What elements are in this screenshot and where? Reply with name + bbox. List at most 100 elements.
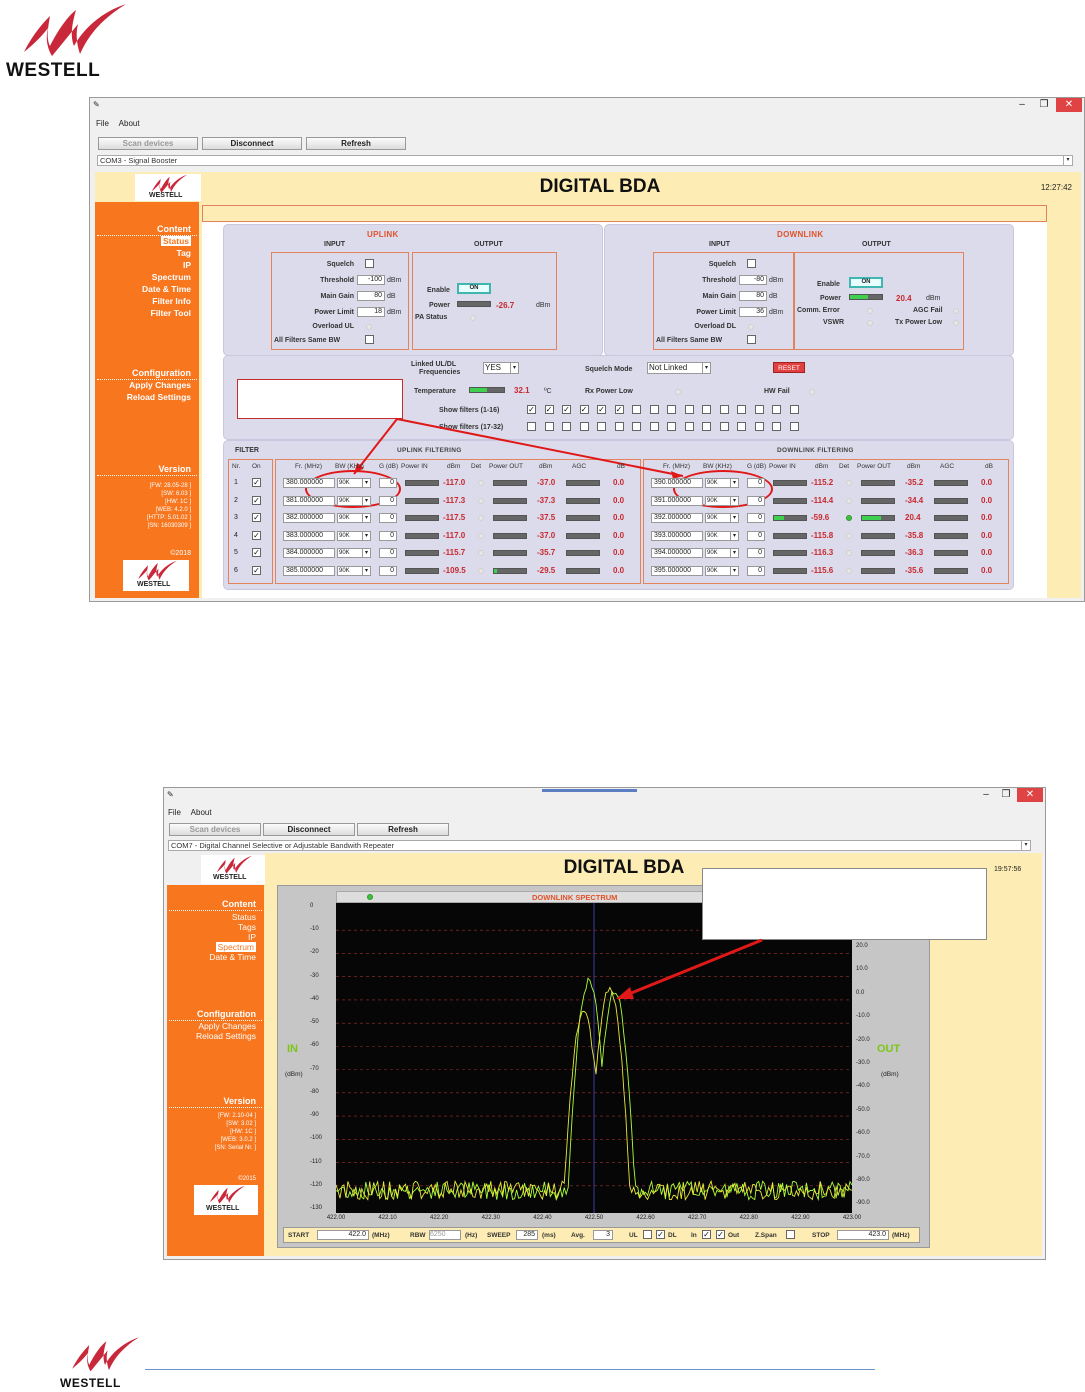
filter-on-checkbox[interactable]: ✓ xyxy=(252,478,261,487)
dl-freq-input[interactable]: 395.000000 xyxy=(651,565,703,576)
ul-bw-select[interactable]: 90K ▾ xyxy=(337,495,371,506)
ul-gain-input[interactable]: 0 xyxy=(379,530,397,541)
close-icon[interactable]: ✕ xyxy=(1056,98,1082,112)
ul-gain-input[interactable]: 0 xyxy=(379,548,397,558)
brand-name: WESTELL xyxy=(149,192,183,199)
sidebar-item-date-time[interactable]: Date & Time xyxy=(142,284,191,294)
show-filter-checkbox-5[interactable]: ✓ xyxy=(597,405,606,414)
dl-freq-input[interactable]: 390.000000 xyxy=(651,478,703,488)
show-filter-checkbox-21[interactable] xyxy=(597,422,606,431)
dl-bw-select[interactable]: 90K ▾ xyxy=(705,495,739,506)
show-filter-checkbox-8[interactable] xyxy=(649,405,659,414)
show-filter-checkbox-14[interactable] xyxy=(754,405,764,414)
show-filter-checkbox-13[interactable] xyxy=(737,405,746,414)
menu-about[interactable]: About xyxy=(119,119,140,128)
ul-freq-input[interactable]: 383.000000 xyxy=(283,530,335,541)
sidebar-item-spectrum[interactable]: Spectrum xyxy=(152,272,191,282)
show-filter-checkbox-24[interactable] xyxy=(649,422,659,431)
dl-gain-input[interactable]: 0 xyxy=(747,548,765,558)
refresh-button[interactable]: Refresh xyxy=(306,137,406,150)
ul-bw-select[interactable]: 90K ▾ xyxy=(337,513,371,523)
ul-gain-input[interactable]: 0 xyxy=(379,478,397,488)
ul-gain-input[interactable]: 0 xyxy=(379,495,397,506)
ul-freq-input[interactable]: 384.000000 xyxy=(283,548,335,558)
sidebar-item-apply-changes[interactable]: Apply Changes xyxy=(129,380,191,390)
dl-agc-value: 0.0 xyxy=(981,495,993,505)
ul-gain-input[interactable]: 0 xyxy=(379,513,397,523)
show-filter-checkbox-31[interactable] xyxy=(772,422,781,431)
sidebar-item-tag[interactable]: Tag xyxy=(177,248,191,258)
ul-bw-select[interactable]: 90K ▾ xyxy=(337,565,371,576)
dl-bw-select[interactable]: 90K ▾ xyxy=(705,513,739,523)
device-select[interactable]: COM3 - Signal Booster ▾ xyxy=(97,155,1073,166)
dl-freq-input[interactable]: 394.000000 xyxy=(651,548,703,558)
show-filter-checkbox-23[interactable] xyxy=(632,422,641,431)
ul-power-in-value: -109.5 xyxy=(443,565,466,575)
ul-bw-select[interactable]: 90K ▾ xyxy=(337,548,371,558)
maximize-icon[interactable]: ❐ xyxy=(1034,98,1054,112)
show-filter-checkbox-26[interactable] xyxy=(684,422,694,431)
show-filter-checkbox-2[interactable]: ✓ xyxy=(544,405,554,414)
ul-freq-input[interactable]: 380.000000 xyxy=(283,478,335,488)
show-filter-checkbox-1[interactable]: ✓ xyxy=(527,405,536,414)
scan-devices-button[interactable]: Scan devices xyxy=(98,137,198,150)
show-filter-checkbox-20[interactable] xyxy=(579,422,589,431)
show-filter-checkbox-30[interactable] xyxy=(754,422,764,431)
filter-on-checkbox[interactable]: ✓ xyxy=(252,495,261,505)
ul-gain-input[interactable]: 0 xyxy=(379,565,397,576)
ul-freq-input[interactable]: 381.000000 xyxy=(283,495,335,506)
ul-freq-input[interactable]: 385.000000 xyxy=(283,565,335,576)
dl-freq-input[interactable]: 391.000000 xyxy=(651,495,703,506)
show-filter-checkbox-3[interactable]: ✓ xyxy=(562,405,571,414)
show-filter-checkbox-7[interactable] xyxy=(632,405,641,414)
dl-gain-input[interactable]: 0 xyxy=(747,478,765,488)
show-filter-checkbox-16[interactable] xyxy=(789,405,799,414)
ul-freq-input[interactable]: 382.000000 xyxy=(283,513,335,523)
disconnect-button[interactable]: Disconnect xyxy=(202,137,302,150)
show-filter-checkbox-6[interactable]: ✓ xyxy=(614,405,624,414)
menu-file[interactable]: File xyxy=(96,119,109,128)
show-filter-checkbox-18[interactable] xyxy=(544,422,554,431)
show-filter-checkbox-17[interactable] xyxy=(527,422,536,431)
show-filter-checkbox-10[interactable] xyxy=(684,405,694,414)
dl-bw-select[interactable]: 90K ▾ xyxy=(705,478,739,488)
show-filter-checkbox-27[interactable] xyxy=(702,422,711,431)
dl-bw-select[interactable]: 90K ▾ xyxy=(705,565,739,576)
version-fw: [FW: 28.05-28 ] xyxy=(149,483,191,489)
show-filter-checkbox-32[interactable] xyxy=(789,422,799,431)
sidebar-item-ip[interactable]: IP xyxy=(183,260,191,270)
show-filter-checkbox-4[interactable]: ✓ xyxy=(579,405,589,414)
show-filter-checkbox-9[interactable] xyxy=(667,405,676,414)
dl-freq-input[interactable]: 393.000000 xyxy=(651,530,703,541)
ul-agc-bar xyxy=(566,480,600,486)
sidebar-item-status[interactable]: Status xyxy=(161,236,191,246)
ul-bw-select[interactable]: 90K ▾ xyxy=(337,530,371,541)
dl-gain-input[interactable]: 0 xyxy=(747,565,765,576)
sidebar-item-reload-settings[interactable]: Reload Settings xyxy=(127,392,191,402)
ul-det-led xyxy=(478,480,484,486)
show-filter-checkbox-12[interactable] xyxy=(719,405,729,414)
ul-power-in-bar xyxy=(405,550,439,556)
filter-on-checkbox[interactable]: ✓ xyxy=(252,565,261,575)
dl-bw-select[interactable]: 90K ▾ xyxy=(705,548,739,558)
show-filter-checkbox-15[interactable] xyxy=(772,405,781,414)
sidebar-item-filter-tool[interactable]: Filter Tool xyxy=(151,308,191,318)
minimize-icon[interactable]: – xyxy=(1012,98,1032,112)
dl-gain-input[interactable]: 0 xyxy=(747,530,765,541)
filter-on-checkbox[interactable]: ✓ xyxy=(252,513,261,522)
sidebar-item-filter-info[interactable]: Filter Info xyxy=(152,296,191,306)
dl-bw-select[interactable]: 90K ▾ xyxy=(705,530,739,541)
dl-gain-input[interactable]: 0 xyxy=(747,495,765,506)
show-filter-checkbox-29[interactable] xyxy=(737,422,746,431)
show-filter-checkbox-22[interactable] xyxy=(614,422,624,431)
show-filter-checkbox-28[interactable] xyxy=(719,422,729,431)
filter-on-checkbox[interactable]: ✓ xyxy=(252,530,261,540)
dl-gain-input[interactable]: 0 xyxy=(747,513,765,523)
show-filter-checkbox-25[interactable] xyxy=(667,422,676,431)
ul-bw-select[interactable]: 90K ▾ xyxy=(337,478,371,488)
show-filter-checkbox-19[interactable] xyxy=(562,422,571,431)
y-right-tick: 0.0 xyxy=(856,989,865,996)
show-filter-checkbox-11[interactable] xyxy=(702,405,711,414)
dl-freq-input[interactable]: 392.000000 xyxy=(651,513,703,523)
filter-on-checkbox[interactable]: ✓ xyxy=(252,548,261,557)
